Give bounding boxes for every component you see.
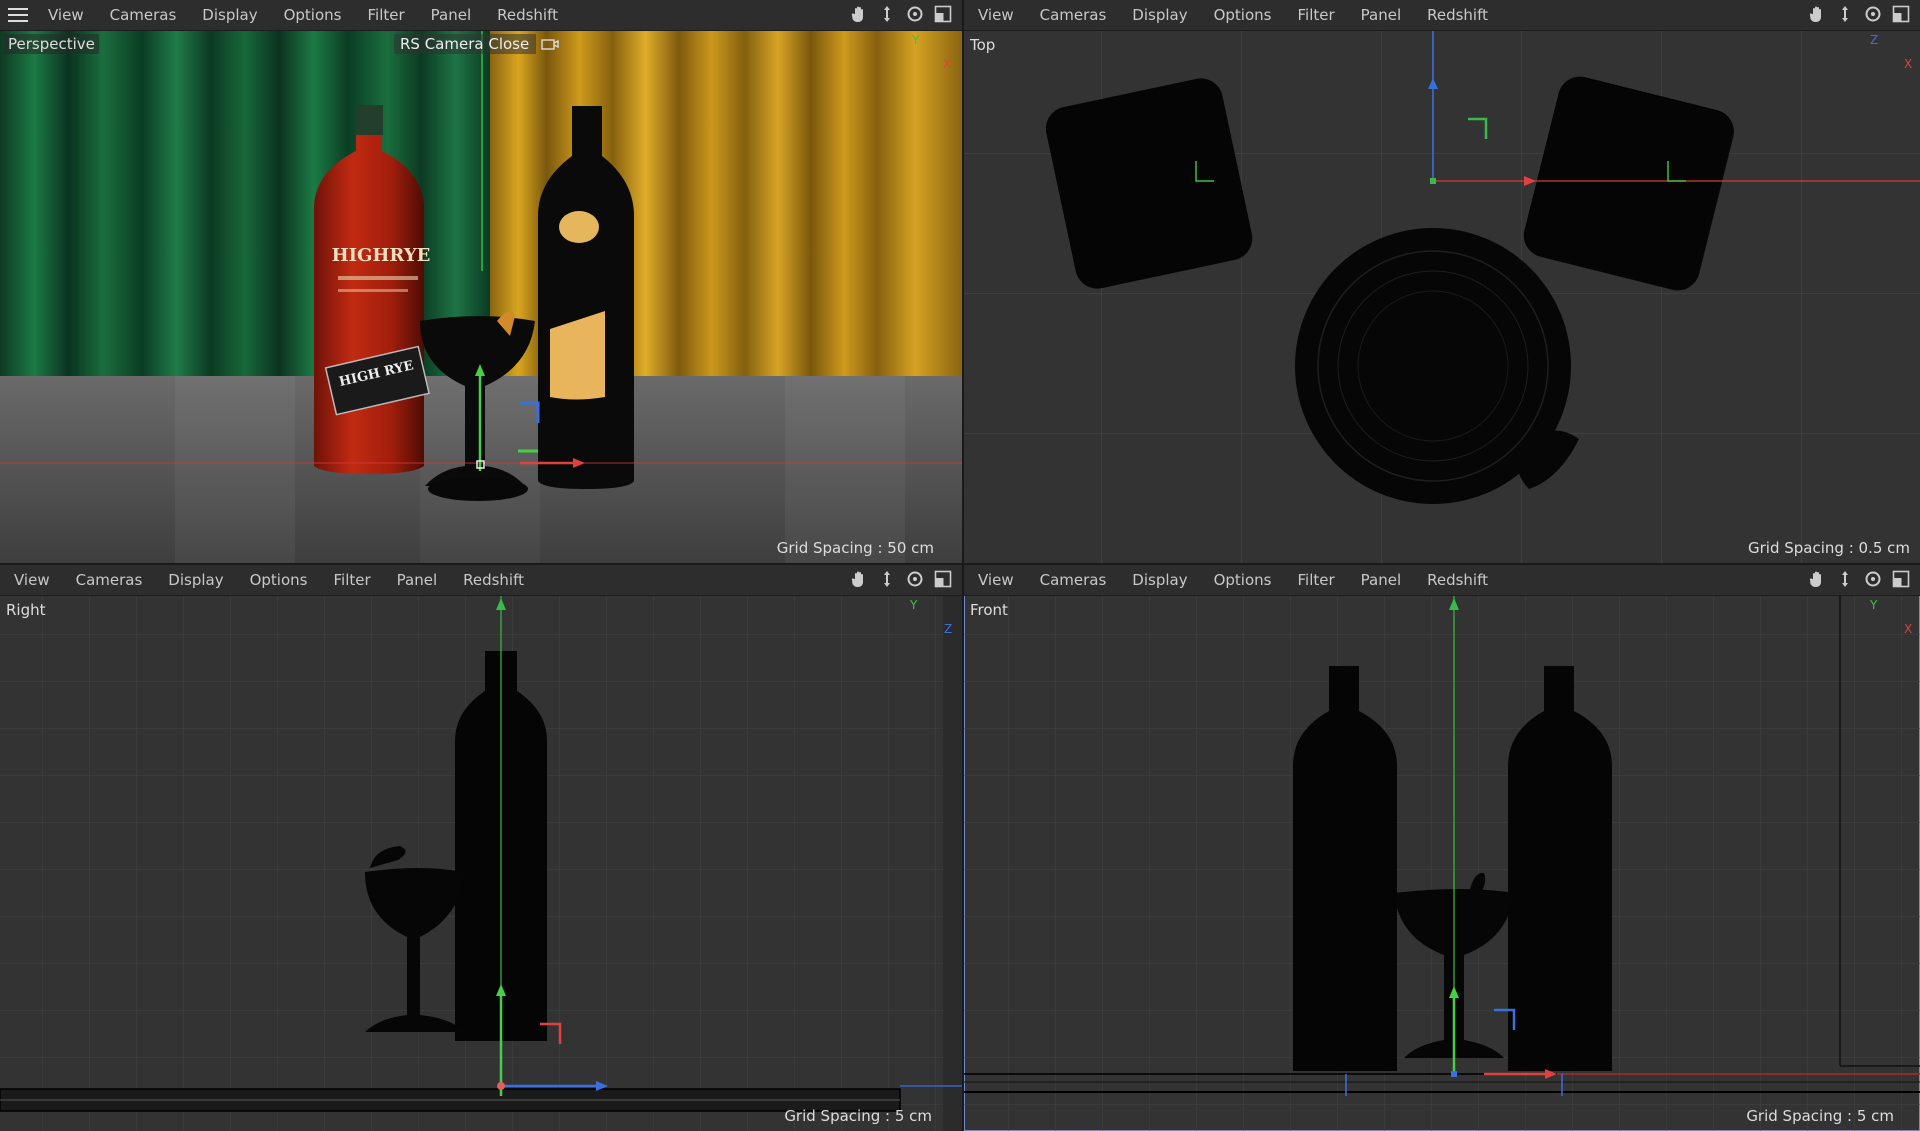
viewport-perspective[interactable]: View Cameras Display Options Filter Pane… [0,0,962,563]
menu-display[interactable]: Display [1132,6,1187,24]
label-brand-text: HIGHRYE [332,245,431,266]
top-scene [964,31,1920,563]
maximize-view-icon[interactable] [1892,570,1910,588]
maximize-view-icon[interactable] [1892,5,1910,23]
front-scene [964,596,1920,1131]
front-view-canvas[interactable]: Y X [964,596,1920,1131]
perspective-scene: HIGHRYE HIGH RYE [0,31,962,563]
menu-options[interactable]: Options [1214,6,1272,24]
move-arrows-icon[interactable] [878,5,896,23]
axis-x-label: X [943,57,952,71]
camera-link-icon[interactable] [540,35,560,53]
menu-cameras[interactable]: Cameras [110,6,177,24]
axis-y-label: Y [912,33,920,47]
menu-redshift[interactable]: Redshift [463,571,524,589]
viewport-nav-icons [1808,5,1910,23]
top-view-canvas[interactable]: Z X [964,31,1920,563]
axis-y-label: Y [1870,598,1878,612]
rotate-icon[interactable] [906,570,924,588]
menu-filter[interactable]: Filter [333,571,370,589]
right-view-canvas[interactable]: Y Z [0,596,962,1131]
axis-x-label: X [1904,57,1913,71]
move-arrows-icon[interactable] [1836,5,1854,23]
hamburger-menu-icon[interactable] [8,8,28,22]
viewport-name[interactable]: Perspective [4,34,99,54]
menu-cameras[interactable]: Cameras [1040,571,1107,589]
menu-view[interactable]: View [978,6,1014,24]
viewport-name[interactable]: Right [6,601,46,619]
perspective-render-canvas[interactable]: HIGHRYE HIGH RYE Y X [0,31,962,563]
menu-options[interactable]: Options [284,6,342,24]
grid-spacing-label: Grid Spacing : 5 cm [1746,1107,1894,1125]
menu-options[interactable]: Options [250,571,308,589]
menu-redshift[interactable]: Redshift [1427,571,1488,589]
menu-panel[interactable]: Panel [431,6,471,24]
pan-hand-icon[interactable] [1808,5,1826,23]
viewport-menubar: View Cameras Display Options Filter Pane… [964,0,1920,31]
pan-hand-icon[interactable] [850,570,868,588]
camera-name[interactable]: RS Camera Close [394,34,536,54]
pan-hand-icon[interactable] [1808,570,1826,588]
viewport-right[interactable]: View Cameras Display Options Filter Pane… [0,565,962,1131]
maximize-view-icon[interactable] [934,570,952,588]
axis-z-label: Z [944,622,953,636]
viewport-menubar: View Cameras Display Options Filter Pane… [0,565,962,596]
menu-panel[interactable]: Panel [1361,571,1401,589]
viewport-name[interactable]: Top [970,36,995,54]
axis-z-label: Z [1870,33,1879,47]
menu-filter[interactable]: Filter [1297,6,1334,24]
viewport-name[interactable]: Front [970,601,1008,619]
menu-display[interactable]: Display [168,571,223,589]
rotate-icon[interactable] [1864,5,1882,23]
menu-filter[interactable]: Filter [367,6,404,24]
viewport-nav-icons [850,570,952,588]
axis-x-label: X [1904,622,1913,636]
axis-y-label: Y [910,598,918,612]
menu-cameras[interactable]: Cameras [76,571,143,589]
maximize-view-icon[interactable] [934,5,952,23]
viewport-menubar: View Cameras Display Options Filter Pane… [964,565,1920,596]
move-arrows-icon[interactable] [878,570,896,588]
viewport-nav-icons [850,5,952,23]
menu-view[interactable]: View [48,6,84,24]
menu-view[interactable]: View [14,571,50,589]
viewport-menubar: View Cameras Display Options Filter Pane… [0,0,962,31]
menu-redshift[interactable]: Redshift [1427,6,1488,24]
menu-panel[interactable]: Panel [397,571,437,589]
menu-display[interactable]: Display [202,6,257,24]
rotate-icon[interactable] [906,5,924,23]
menu-options[interactable]: Options [1214,571,1272,589]
grid-spacing-label: Grid Spacing : 5 cm [784,1107,932,1125]
menu-view[interactable]: View [978,571,1014,589]
grid-spacing-label: Grid Spacing : 50 cm [776,539,934,557]
menu-filter[interactable]: Filter [1297,571,1334,589]
menu-panel[interactable]: Panel [1361,6,1401,24]
viewport-front[interactable]: View Cameras Display Options Filter Pane… [964,565,1920,1131]
grid-spacing-label: Grid Spacing : 0.5 cm [1748,539,1910,557]
viewport-nav-icons [1808,570,1910,588]
viewport-top[interactable]: View Cameras Display Options Filter Pane… [964,0,1920,563]
move-arrows-icon[interactable] [1836,570,1854,588]
pan-hand-icon[interactable] [850,5,868,23]
rotate-icon[interactable] [1864,570,1882,588]
menu-redshift[interactable]: Redshift [497,6,558,24]
right-scene [0,596,962,1131]
menu-cameras[interactable]: Cameras [1040,6,1107,24]
menu-display[interactable]: Display [1132,571,1187,589]
